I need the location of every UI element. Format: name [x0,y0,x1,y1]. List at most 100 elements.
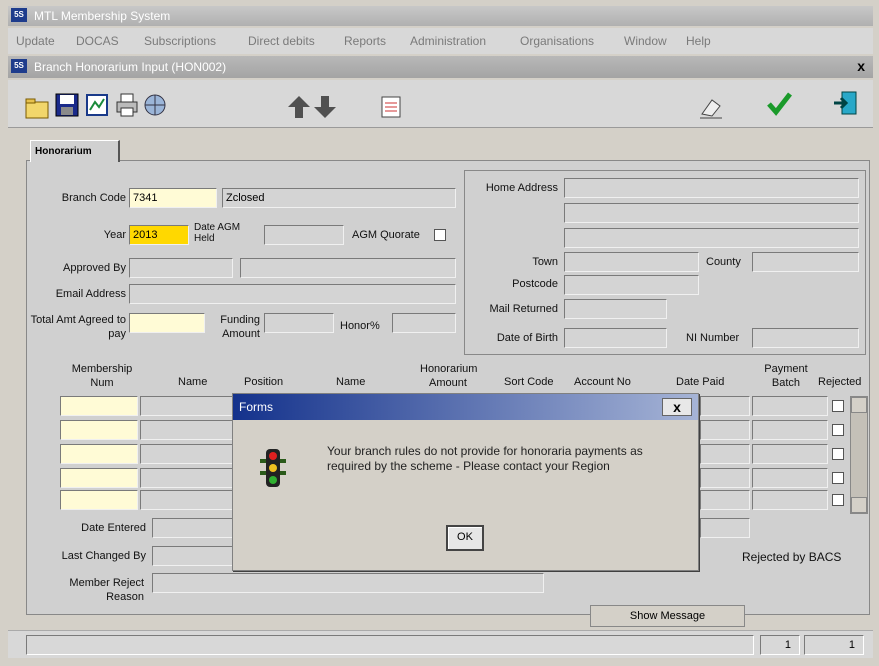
row3-payment-batch[interactable] [752,444,828,464]
date-agm-label: Date AGM Held [194,222,241,244]
row5-date-paid[interactable] [700,490,750,510]
form-title-bar: 5S Branch Honorarium Input (HON002) x [8,56,873,78]
honor-pct-field[interactable] [392,313,456,333]
branch-name-field[interactable]: Zclosed [222,188,456,208]
date-agm-field[interactable] [264,225,344,245]
tick-icon[interactable] [766,90,792,116]
county-label: County [706,256,741,268]
ni-number-field[interactable] [752,328,859,348]
window-title-bar: 5S MTL Membership System [8,6,873,26]
row5-membership-num[interactable] [60,490,138,510]
postcode-field[interactable] [564,275,699,295]
approved-by-name-field[interactable] [240,258,456,278]
row1-payment-batch[interactable] [752,396,828,416]
last-changed-label: Last Changed By [61,550,146,562]
address-line-3[interactable] [564,228,859,248]
menu-subscriptions[interactable]: Subscriptions [144,34,216,48]
dialog-close-button[interactable]: x [662,398,692,416]
row3-rejected-checkbox[interactable] [832,448,844,460]
row5-payment-batch[interactable] [752,490,828,510]
row3-date-paid[interactable] [700,444,750,464]
row4-payment-batch[interactable] [752,468,828,488]
arrow-up-icon[interactable] [286,94,312,120]
home-address-label: Home Address [485,182,558,194]
row2-date-paid[interactable] [700,420,750,440]
town-field[interactable] [564,252,699,272]
forms-dialog: Forms x Your branch rules do not provide… [232,393,699,571]
agm-quorate-checkbox[interactable] [434,229,446,241]
row4-date-paid[interactable] [700,468,750,488]
email-address-field[interactable] [129,284,456,304]
open-folder-icon[interactable] [24,94,50,120]
town-label: Town [532,256,558,268]
globe-icon[interactable] [142,92,168,118]
last-changed-field[interactable] [152,546,236,566]
menu-direct-debits[interactable]: Direct debits [248,34,315,48]
col-honorarium-amount: Honorarium Amount [420,363,478,389]
row3-membership-num[interactable] [60,444,138,464]
dialog-title: Forms [239,400,273,414]
app-icon: 5S [11,8,27,22]
branch-code-label: Branch Code [61,192,126,204]
total-amt-field[interactable] [129,313,205,333]
col-payment-batch: Payment Batch [764,363,808,389]
print-preview-icon[interactable] [84,92,110,118]
menu-administration[interactable]: Administration [410,34,486,48]
form-close-button[interactable]: x [857,58,865,74]
dialog-title-bar: Forms x [233,394,698,420]
ok-button[interactable]: OK [446,525,484,551]
menu-docas[interactable]: DOCAS [76,34,119,48]
menu-organisations[interactable]: Organisations [520,34,594,48]
date-entered-field[interactable] [152,518,236,538]
save-icon[interactable] [54,92,80,118]
year-field[interactable]: 2013 [129,225,189,245]
row1-rejected-checkbox[interactable] [832,400,844,412]
funding-amount-label: Funding Amount [220,314,260,340]
row4-name[interactable] [140,468,236,488]
address-line-1[interactable] [564,178,859,198]
col-sort-code: Sort Code [504,376,554,388]
rejected-by-bacs-label: Rejected by BACS [742,550,842,564]
approved-by-field[interactable] [129,258,233,278]
branch-code-field[interactable]: 7341 [129,188,217,208]
form-title: Branch Honorarium Input (HON002) [34,60,227,74]
agm-quorate-label: AGM Quorate [352,229,420,241]
row2-name[interactable] [140,420,236,440]
show-message-button[interactable]: Show Message [590,605,745,627]
row3-name[interactable] [140,444,236,464]
col-name-2: Name [336,376,366,388]
menu-reports[interactable]: Reports [344,34,386,48]
row4-membership-num[interactable] [60,468,138,488]
query-icon[interactable] [378,94,404,120]
row4-rejected-checkbox[interactable] [832,472,844,484]
arrow-down-icon[interactable] [312,94,338,120]
row5-rejected-checkbox[interactable] [832,494,844,506]
menu-update[interactable]: Update [16,34,55,48]
row1-name[interactable] [140,396,236,416]
col-position: Position [244,376,284,388]
row2-payment-batch[interactable] [752,420,828,440]
status-bar: 1 1 [8,630,873,658]
member-reject-field[interactable] [152,573,544,593]
menu-window[interactable]: Window [624,34,667,48]
address-line-2[interactable] [564,203,859,223]
scroll-up-button[interactable] [851,397,867,413]
row1-membership-num[interactable] [60,396,138,416]
form-icon: 5S [11,59,27,73]
row1-date-paid[interactable] [700,396,750,416]
exit-icon[interactable] [832,90,858,116]
row2-membership-num[interactable] [60,420,138,440]
print-icon[interactable] [114,92,140,118]
mail-returned-field[interactable] [564,299,667,319]
tab-honorarium[interactable]: Honorarium [30,140,120,162]
lower-right-field[interactable] [700,518,750,538]
col-rejected: Rejected [818,376,862,388]
row2-rejected-checkbox[interactable] [832,424,844,436]
dob-field[interactable] [564,328,667,348]
eraser-icon[interactable] [698,94,724,120]
funding-amount-field[interactable] [264,313,334,333]
scroll-down-button[interactable] [851,497,867,513]
county-field[interactable] [752,252,859,272]
menu-help[interactable]: Help [686,34,711,48]
row5-name[interactable] [140,490,236,510]
